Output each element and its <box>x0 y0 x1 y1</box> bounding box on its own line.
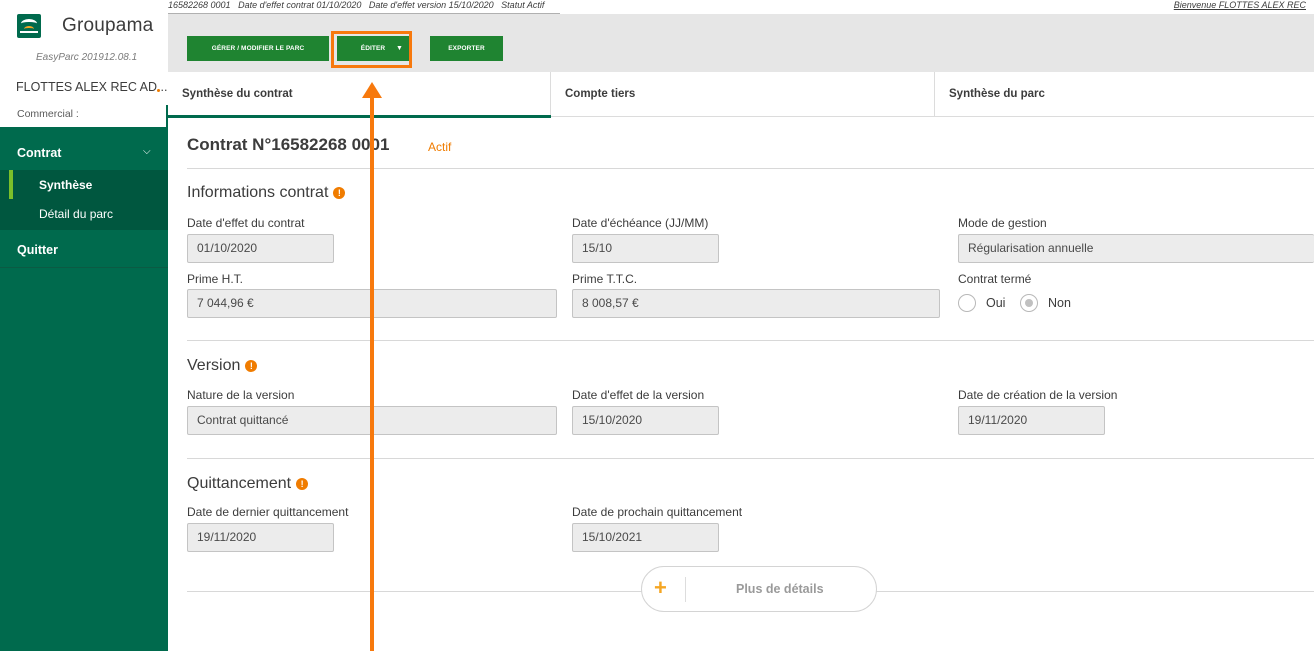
contract-info-text: 16582268 0001 Date d'effet contrat 01/10… <box>168 0 545 10</box>
user-name: FLOTTES ALEX REC AD... <box>16 80 168 94</box>
app-version: EasyParc 201912.08.1 <box>36 52 138 63</box>
nav-contrat[interactable]: Contrat ⌵ <box>0 135 168 169</box>
date-effet-contrat-label: Date d'effet du contrat <box>187 216 305 230</box>
divider <box>187 458 1314 459</box>
user-indicator-dot <box>157 89 160 92</box>
annotation-arrow-shaft <box>370 92 374 651</box>
tab-synthese-contrat[interactable]: Synthèse du contrat <box>168 72 551 118</box>
editer-highlight-box <box>331 31 412 68</box>
radio-non[interactable] <box>1020 294 1038 312</box>
contrat-terme-label: Contrat termé <box>958 272 1032 286</box>
date-creation-version-field: 19/11/2020 <box>958 406 1105 435</box>
section-title-informations: Informations contrat! <box>187 184 346 202</box>
tab-label: Synthèse du contrat <box>182 88 293 100</box>
commercial-row: Commercial : <box>0 105 166 127</box>
date-echeance-field: 15/10 <box>572 234 719 263</box>
dernier-quittancement-field: 19/11/2020 <box>187 523 334 552</box>
tab-compte-tiers[interactable]: Compte tiers <box>551 72 935 117</box>
plus-de-details-button[interactable]: + Plus de détails <box>641 566 877 612</box>
mode-gestion-label: Mode de gestion <box>958 216 1047 230</box>
commercial-label: Commercial : <box>17 108 79 120</box>
tab-bar: Synthèse du contrat Compte tiers Synthès… <box>168 72 1314 118</box>
date-creation-version-label: Date de création de la version <box>958 388 1118 402</box>
radio-oui-label: Oui <box>986 296 1006 310</box>
section-title-quittancement: Quittancement! <box>187 475 309 493</box>
prime-ht-label: Prime H.T. <box>187 272 244 286</box>
pill-divider <box>685 577 686 602</box>
tab-label: Compte tiers <box>565 88 636 100</box>
sidebar-item-detail-parc[interactable]: Détail du parc <box>0 199 168 228</box>
dernier-quittancement-label: Date de dernier quittancement <box>187 505 349 519</box>
section-title-text: Informations contrat <box>187 184 329 201</box>
welcome-link[interactable]: Bienvenue FLOTTES ALEX REC <box>1174 0 1306 10</box>
nav-contrat-submenu: Synthèse Détail du parc <box>0 170 168 230</box>
status-badge: Actif <box>428 140 452 154</box>
info-icon[interactable]: ! <box>245 360 258 372</box>
tab-synthese-parc[interactable]: Synthèse du parc <box>935 72 1314 117</box>
mode-gestion-field: Régularisation annuelle <box>958 234 1314 263</box>
date-effet-version-field: 15/10/2020 <box>572 406 719 435</box>
prime-ttc-field: 8 008,57 € <box>572 289 940 318</box>
info-icon[interactable]: ! <box>296 478 309 490</box>
section-title-text: Version <box>187 357 241 374</box>
date-effet-version-label: Date d'effet de la version <box>572 388 705 402</box>
brand-area: Groupama EasyParc 201912.08.1 <box>0 0 168 72</box>
exporter-button[interactable]: EXPORTER <box>430 36 503 61</box>
sidebar-item-label: Détail du parc <box>39 207 114 221</box>
date-effet-contrat-field: 01/10/2020 <box>187 234 334 263</box>
nav-contrat-label: Contrat <box>17 146 62 160</box>
main-content: Contrat N°16582268 0001 Actif Informatio… <box>168 118 1314 651</box>
groupama-logo-icon <box>17 14 41 38</box>
section-title-text: Quittancement <box>187 475 292 492</box>
radio-non-label: Non <box>1048 296 1071 310</box>
chevron-down-icon: ⌵ <box>143 146 151 157</box>
page-title: Contrat N°16582268 0001 <box>187 135 390 154</box>
nature-version-label: Nature de la version <box>187 388 295 402</box>
brand-name: Groupama <box>62 15 154 36</box>
prochain-quittancement-label: Date de prochain quittancement <box>572 505 743 519</box>
tab-label: Synthèse du parc <box>949 88 1045 100</box>
divider <box>187 340 1314 341</box>
section-title-version: Version! <box>187 357 258 375</box>
plus-icon: + <box>654 575 667 600</box>
divider <box>187 168 1314 169</box>
contract-info-bar: 16582268 0001 Date d'effet contrat 01/10… <box>168 0 1314 14</box>
gerer-parc-button[interactable]: GÉRER / MODIFIER LE PARC <box>187 36 329 61</box>
prochain-quittancement-field: 15/10/2021 <box>572 523 719 552</box>
plus-de-details-label: Plus de détails <box>736 582 824 596</box>
nav-quitter-label: Quitter <box>17 243 58 257</box>
user-menu[interactable]: FLOTTES ALEX REC AD... <box>0 72 168 105</box>
sidebar: Groupama EasyParc 201912.08.1 FLOTTES AL… <box>0 0 168 651</box>
radio-oui[interactable] <box>958 294 976 312</box>
sidebar-item-synthese[interactable]: Synthèse <box>0 170 168 199</box>
sidebar-item-label: Synthèse <box>39 178 93 192</box>
info-icon[interactable]: ! <box>333 187 346 199</box>
prime-ttc-label: Prime T.T.C. <box>572 272 638 286</box>
nav-quitter[interactable]: Quitter <box>0 234 168 268</box>
date-echeance-label: Date d'échéance (JJ/MM) <box>572 216 709 230</box>
